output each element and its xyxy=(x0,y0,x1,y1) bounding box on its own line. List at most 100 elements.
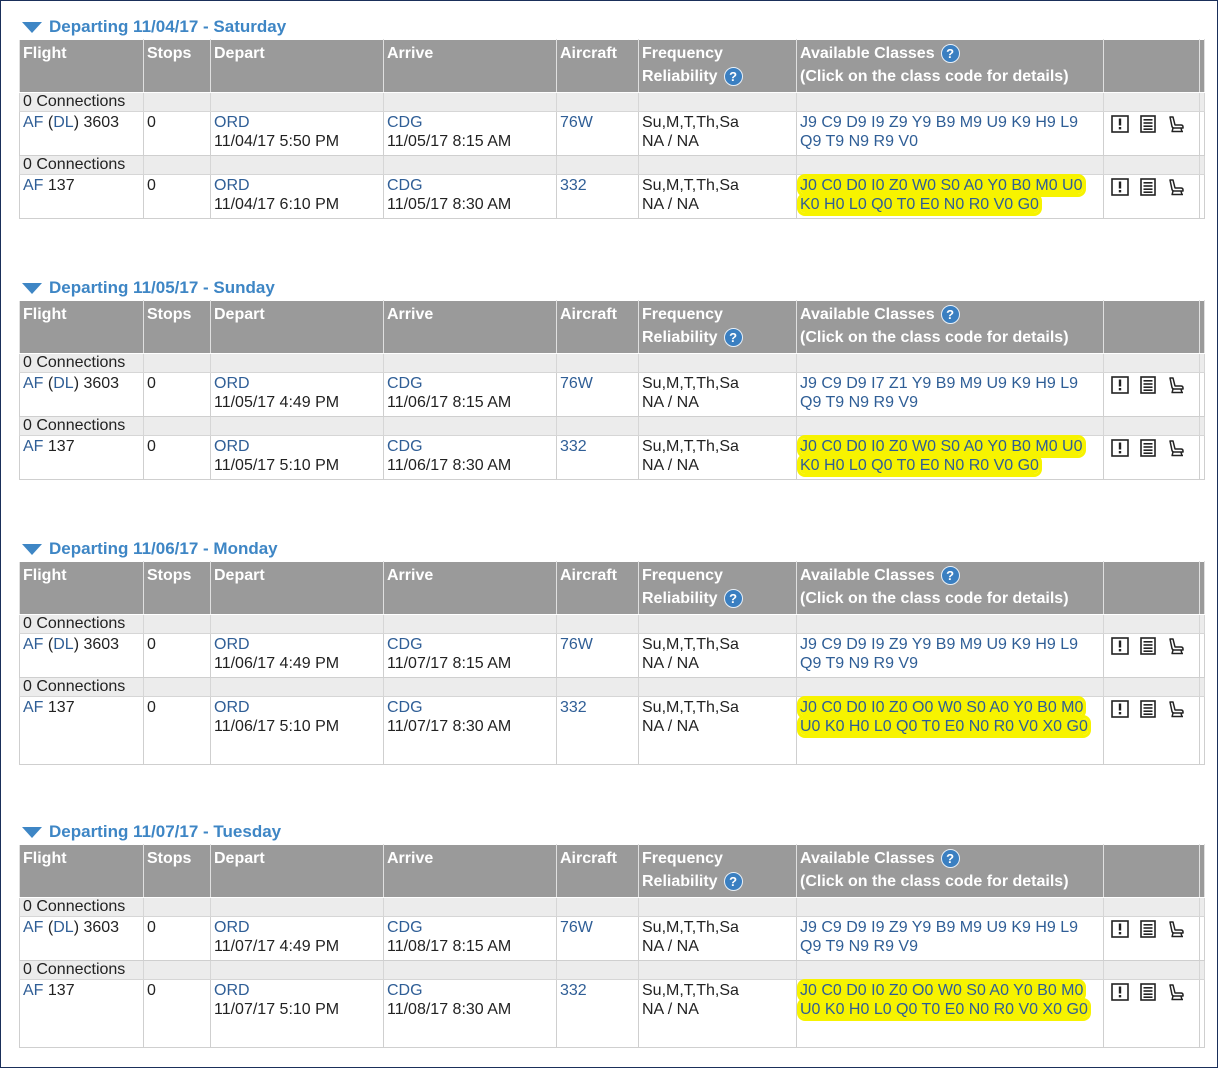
arrive-airport-link[interactable]: CDG xyxy=(387,918,553,937)
depart-airport-link[interactable]: ORD xyxy=(214,635,380,654)
codeshare-link[interactable]: DL xyxy=(53,375,73,392)
day-toggle[interactable]: Departing 11/04/17 - Saturday xyxy=(19,15,1204,39)
class-codes-line-1[interactable]: J0 C0 D0 I0 Z0 O0 W0 S0 A0 Y0 B0 M0 xyxy=(800,699,1084,716)
collapse-arrow-icon[interactable] xyxy=(22,826,42,838)
airline-link[interactable]: AF xyxy=(23,177,43,194)
details-icon[interactable] xyxy=(1139,700,1157,718)
arrive-airport-link[interactable]: CDG xyxy=(387,374,553,393)
collapse-arrow-icon[interactable] xyxy=(22,21,42,33)
details-icon[interactable] xyxy=(1139,376,1157,394)
arrive-airport-link[interactable]: CDG xyxy=(387,437,553,456)
seat-map-icon[interactable] xyxy=(1167,376,1185,394)
arrive-airport-link[interactable]: CDG xyxy=(387,635,553,654)
aircraft-link[interactable]: 332 xyxy=(560,982,587,999)
class-codes-line-2[interactable]: Q9 T9 N9 R9 V9 xyxy=(800,655,918,672)
details-icon[interactable] xyxy=(1139,920,1157,938)
help-icon[interactable]: ? xyxy=(723,589,743,609)
arrive-airport-link[interactable]: CDG xyxy=(387,176,553,195)
airline-link[interactable]: AF xyxy=(23,114,43,131)
seat-map-icon[interactable] xyxy=(1167,983,1185,1001)
depart-airport-link[interactable]: ORD xyxy=(214,113,380,132)
help-icon[interactable]: ? xyxy=(723,872,743,892)
day-toggle[interactable]: Departing 11/05/17 - Sunday xyxy=(19,276,1204,300)
codeshare-link[interactable]: DL xyxy=(53,919,73,936)
aircraft-link[interactable]: 76W xyxy=(560,114,593,131)
depart-airport-link[interactable]: ORD xyxy=(214,918,380,937)
aircraft-link[interactable]: 332 xyxy=(560,438,587,455)
day-title[interactable]: Departing 11/04/17 - Saturday xyxy=(49,17,286,37)
help-icon[interactable]: ? xyxy=(940,566,960,586)
class-codes-line-1[interactable]: J0 C0 D0 I0 Z0 W0 S0 A0 Y0 B0 M0 U0 xyxy=(800,438,1083,455)
class-codes-line-2[interactable]: Q9 T9 N9 R9 V9 xyxy=(800,394,918,411)
aircraft-link[interactable]: 76W xyxy=(560,636,593,653)
details-icon[interactable] xyxy=(1139,178,1157,196)
class-codes-line-1[interactable]: J9 C9 D9 I9 Z9 Y9 B9 M9 U9 K9 H9 L9 xyxy=(800,636,1078,653)
class-codes-line-2[interactable]: K0 H0 L0 Q0 T0 E0 N0 R0 V0 G0 xyxy=(800,457,1039,474)
aircraft-link[interactable]: 76W xyxy=(560,919,593,936)
flight-row: AF (DL) 3603 0 ORD 11/06/17 4:49 PM CDG … xyxy=(19,633,1205,678)
class-codes-line-1[interactable]: J0 C0 D0 I0 Z0 W0 S0 A0 Y0 B0 M0 U0 xyxy=(800,177,1083,194)
class-codes-line-2[interactable]: U0 K0 H0 L0 Q0 T0 E0 N0 R0 V0 X0 G0 xyxy=(800,1001,1088,1018)
class-codes-line-2[interactable]: Q9 T9 N9 R9 V0 xyxy=(800,133,918,150)
flight-cell: AF 137 xyxy=(19,979,144,1048)
help-icon[interactable]: ? xyxy=(940,305,960,325)
help-icon[interactable]: ? xyxy=(940,849,960,869)
seat-map-icon[interactable] xyxy=(1167,439,1185,457)
airline-link[interactable]: AF xyxy=(23,438,43,455)
depart-airport-link[interactable]: ORD xyxy=(214,437,380,456)
aircraft-link[interactable]: 332 xyxy=(560,699,587,716)
alert-icon[interactable] xyxy=(1111,637,1129,655)
day-title[interactable]: Departing 11/05/17 - Sunday xyxy=(49,278,275,298)
codeshare-link[interactable]: DL xyxy=(53,636,73,653)
seat-map-icon[interactable] xyxy=(1167,637,1185,655)
arrive-airport-link[interactable]: CDG xyxy=(387,113,553,132)
alert-icon[interactable] xyxy=(1111,700,1129,718)
airline-link[interactable]: AF xyxy=(23,699,43,716)
details-icon[interactable] xyxy=(1139,637,1157,655)
class-codes-line-2[interactable]: Q9 T9 N9 R9 V9 xyxy=(800,938,918,955)
depart-airport-link[interactable]: ORD xyxy=(214,698,380,717)
help-icon[interactable]: ? xyxy=(723,328,743,348)
alert-icon[interactable] xyxy=(1111,376,1129,394)
airline-link[interactable]: AF xyxy=(23,636,43,653)
help-icon[interactable]: ? xyxy=(723,67,743,87)
help-icon[interactable]: ? xyxy=(940,44,960,64)
class-codes-line-2[interactable]: K0 H0 L0 Q0 T0 E0 N0 R0 V0 G0 xyxy=(800,196,1039,213)
class-codes-line-1[interactable]: J0 C0 D0 I0 Z0 O0 W0 S0 A0 Y0 B0 M0 xyxy=(800,982,1084,999)
details-icon[interactable] xyxy=(1139,439,1157,457)
day-title[interactable]: Departing 11/07/17 - Tuesday xyxy=(49,822,281,842)
seat-map-icon[interactable] xyxy=(1167,700,1185,718)
seat-map-icon[interactable] xyxy=(1167,920,1185,938)
aircraft-link[interactable]: 76W xyxy=(560,375,593,392)
class-codes-line-1[interactable]: J9 C9 D9 I9 Z9 Y9 B9 M9 U9 K9 H9 L9 xyxy=(800,114,1078,131)
seat-map-icon[interactable] xyxy=(1167,178,1185,196)
alert-icon[interactable] xyxy=(1111,115,1129,133)
collapse-arrow-icon[interactable] xyxy=(22,543,42,555)
class-codes-line-2[interactable]: U0 K0 H0 L0 Q0 T0 E0 N0 R0 V0 X0 G0 xyxy=(800,718,1088,735)
arrive-airport-link[interactable]: CDG xyxy=(387,981,553,1000)
seat-map-icon[interactable] xyxy=(1167,115,1185,133)
day-title[interactable]: Departing 11/06/17 - Monday xyxy=(49,539,278,559)
airline-link[interactable]: AF xyxy=(23,919,43,936)
details-icon[interactable] xyxy=(1139,115,1157,133)
col-header-depart: Depart xyxy=(210,561,384,615)
class-codes-line-1[interactable]: J9 C9 D9 I9 Z9 Y9 B9 M9 U9 K9 H9 L9 xyxy=(800,919,1078,936)
class-codes-line-1[interactable]: J9 C9 D9 I7 Z1 Y9 B9 M9 U9 K9 H9 L9 xyxy=(800,375,1078,392)
airline-link[interactable]: AF xyxy=(23,375,43,392)
depart-airport-link[interactable]: ORD xyxy=(214,981,380,1000)
day-toggle[interactable]: Departing 11/07/17 - Tuesday xyxy=(19,820,1204,844)
alert-icon[interactable] xyxy=(1111,439,1129,457)
airline-link[interactable]: AF xyxy=(23,982,43,999)
depart-airport-link[interactable]: ORD xyxy=(214,374,380,393)
alert-icon[interactable] xyxy=(1111,983,1129,1001)
codeshare-link[interactable]: DL xyxy=(53,114,73,131)
collapse-arrow-icon[interactable] xyxy=(22,282,42,294)
aircraft-link[interactable]: 332 xyxy=(560,177,587,194)
alert-icon[interactable] xyxy=(1111,920,1129,938)
alert-icon[interactable] xyxy=(1111,178,1129,196)
depart-airport-link[interactable]: ORD xyxy=(214,176,380,195)
flight-cell: AF 137 xyxy=(19,696,144,765)
arrive-airport-link[interactable]: CDG xyxy=(387,698,553,717)
details-icon[interactable] xyxy=(1139,983,1157,1001)
day-toggle[interactable]: Departing 11/06/17 - Monday xyxy=(19,537,1204,561)
